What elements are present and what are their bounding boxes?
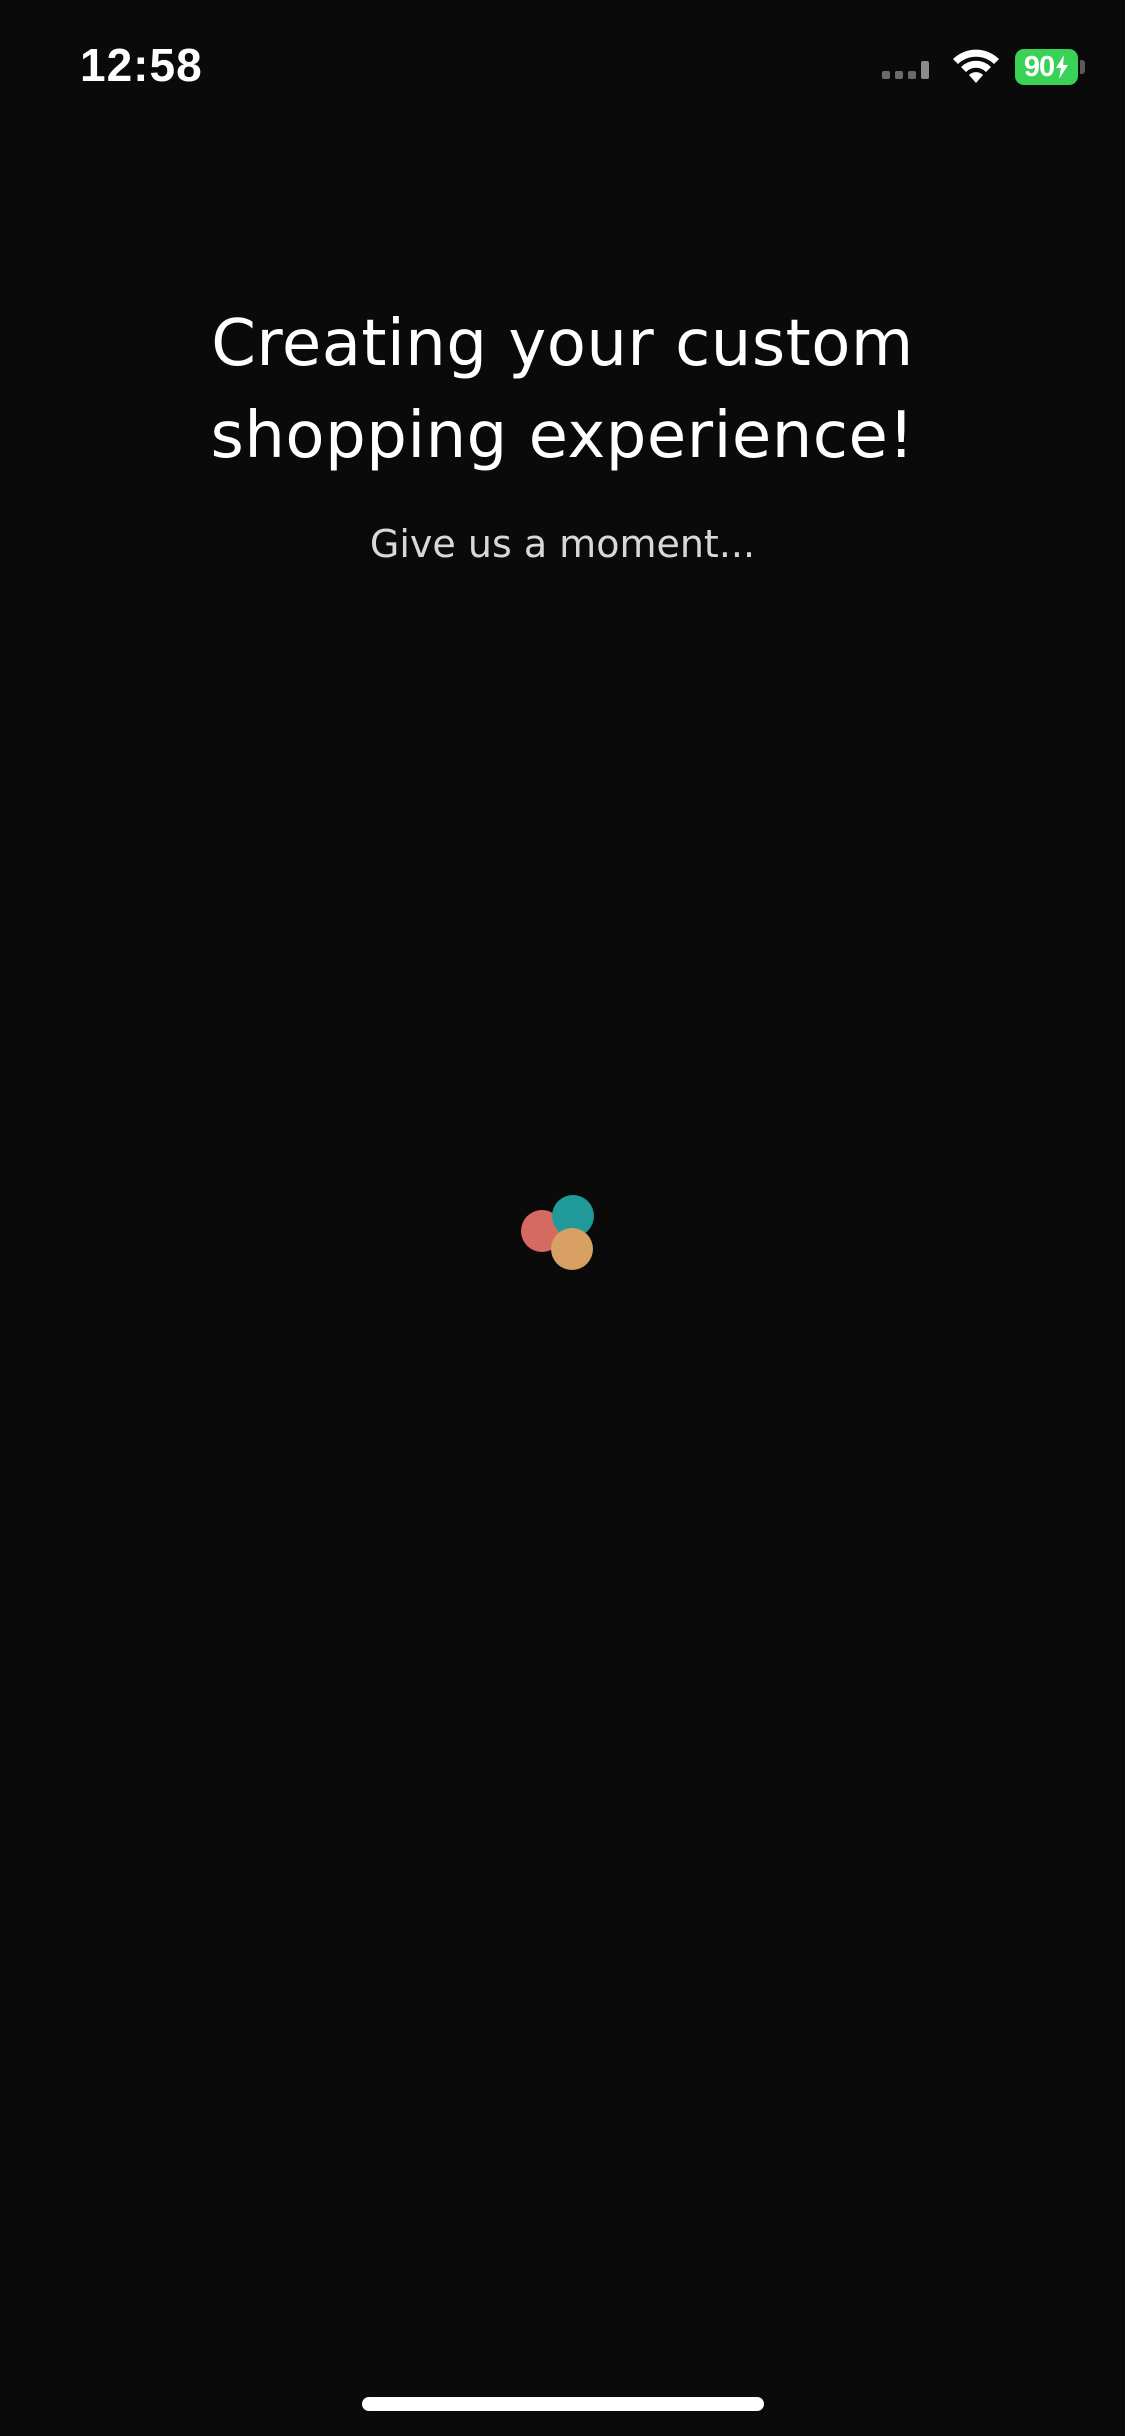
- loading-dots-icon: [515, 1190, 595, 1270]
- home-indicator[interactable]: [362, 2397, 764, 2411]
- wifi-icon: [953, 49, 999, 83]
- battery-tip: [1080, 60, 1085, 74]
- headline-line-2: shopping experience!: [210, 399, 915, 473]
- status-bar: 12:58 90: [0, 0, 1125, 140]
- battery-icon: 90: [1015, 48, 1085, 86]
- loading-subtitle: Give us a moment...: [369, 522, 756, 566]
- signal-icon: [882, 55, 929, 79]
- status-time: 12:58: [80, 39, 203, 91]
- status-icons: 90: [882, 42, 1085, 92]
- battery-percentage: 90: [1023, 50, 1055, 83]
- loading-headline: Creating your custom shopping experience…: [0, 298, 1125, 482]
- headline-line-1: Creating your custom: [211, 307, 914, 381]
- loader-dot-gold: [551, 1228, 593, 1270]
- charging-bolt-icon: [1056, 55, 1069, 79]
- battery-level: 90: [1015, 49, 1079, 85]
